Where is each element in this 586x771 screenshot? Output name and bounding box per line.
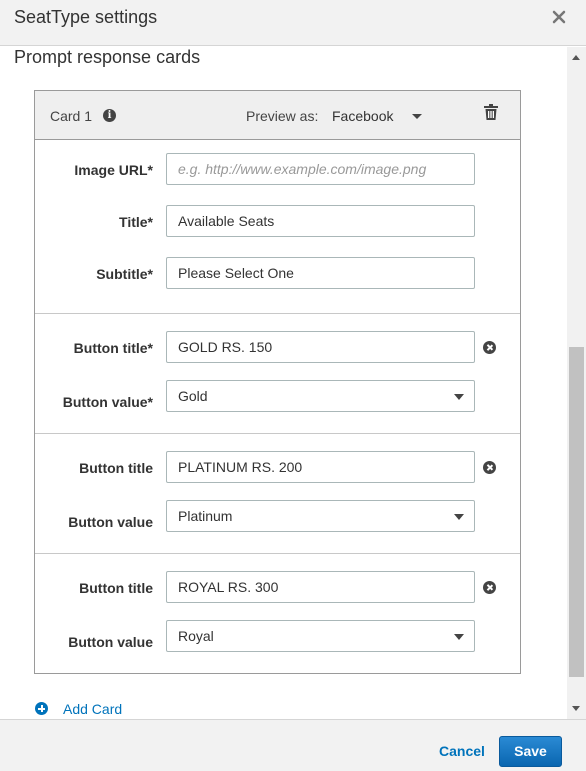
chevron-down-icon[interactable] — [412, 114, 422, 119]
image-url-label: Image URL* — [74, 162, 153, 178]
button-value-label: Button value — [68, 514, 153, 530]
remove-button-icon[interactable] — [483, 461, 496, 474]
button-value-label: Button value — [68, 634, 153, 650]
image-url-input[interactable]: e.g. http://www.example.com/image.png — [166, 153, 475, 185]
title-label: Title* — [119, 214, 153, 230]
divider — [35, 553, 520, 554]
chevron-down-icon — [454, 514, 464, 520]
subtitle-input[interactable]: Please Select One — [166, 257, 475, 289]
add-icon — [35, 702, 48, 715]
card-name: Card 1 — [50, 108, 93, 124]
chevron-down-icon — [454, 634, 464, 640]
button-title-input[interactable]: PLATINUM RS. 200 — [166, 451, 475, 483]
subtitle-label: Subtitle* — [96, 266, 153, 282]
button-title-label: Button title* — [73, 340, 153, 356]
dialog-footer: Cancel Save — [0, 719, 586, 771]
button-value-selected: Royal — [178, 628, 214, 644]
trash-icon[interactable] — [484, 104, 498, 120]
divider — [35, 433, 520, 434]
section-title: Prompt response cards — [14, 47, 201, 67]
button-value-label: Button value* — [62, 394, 153, 410]
save-button[interactable]: Save — [499, 736, 562, 767]
button-title-label: Button title — [79, 580, 153, 596]
chevron-down-icon — [454, 394, 464, 400]
info-icon[interactable]: i — [103, 109, 116, 122]
button-value-select[interactable]: Platinum — [166, 500, 475, 532]
preview-select[interactable]: Facebook — [332, 108, 393, 124]
vertical-scrollbar[interactable] — [567, 47, 586, 719]
response-card: Card 1 i Preview as: Facebook Image URL*… — [34, 90, 521, 674]
button-title-input[interactable]: ROYAL RS. 300 — [166, 571, 475, 603]
scroll-up-icon[interactable] — [572, 55, 580, 60]
dialog-header: SeatType settings — [0, 0, 586, 46]
remove-button-icon[interactable] — [483, 341, 496, 354]
button-title-label: Button title — [79, 460, 153, 476]
dialog-body: Prompt response cards Card 1 i Preview a… — [0, 47, 586, 719]
title-input[interactable]: Available Seats — [166, 205, 475, 237]
button-value-select[interactable]: Gold — [166, 380, 475, 412]
add-card-label: Add Card — [63, 701, 123, 717]
button-value-select[interactable]: Royal — [166, 620, 475, 652]
dialog-title: SeatType settings — [14, 7, 158, 27]
divider — [35, 313, 520, 314]
preview-label: Preview as: — [246, 108, 319, 124]
scroll-down-icon[interactable] — [572, 706, 580, 711]
button-title-input[interactable]: GOLD RS. 150 — [166, 331, 475, 363]
close-icon[interactable] — [552, 10, 566, 24]
card-header: Card 1 i Preview as: Facebook — [35, 91, 520, 140]
button-value-selected: Gold — [178, 388, 208, 404]
scrollbar-thumb[interactable] — [569, 347, 584, 677]
settings-dialog: SeatType settings Prompt response cards … — [0, 0, 586, 771]
remove-button-icon[interactable] — [483, 581, 496, 594]
button-value-selected: Platinum — [178, 508, 233, 524]
cancel-button[interactable]: Cancel — [439, 743, 485, 759]
